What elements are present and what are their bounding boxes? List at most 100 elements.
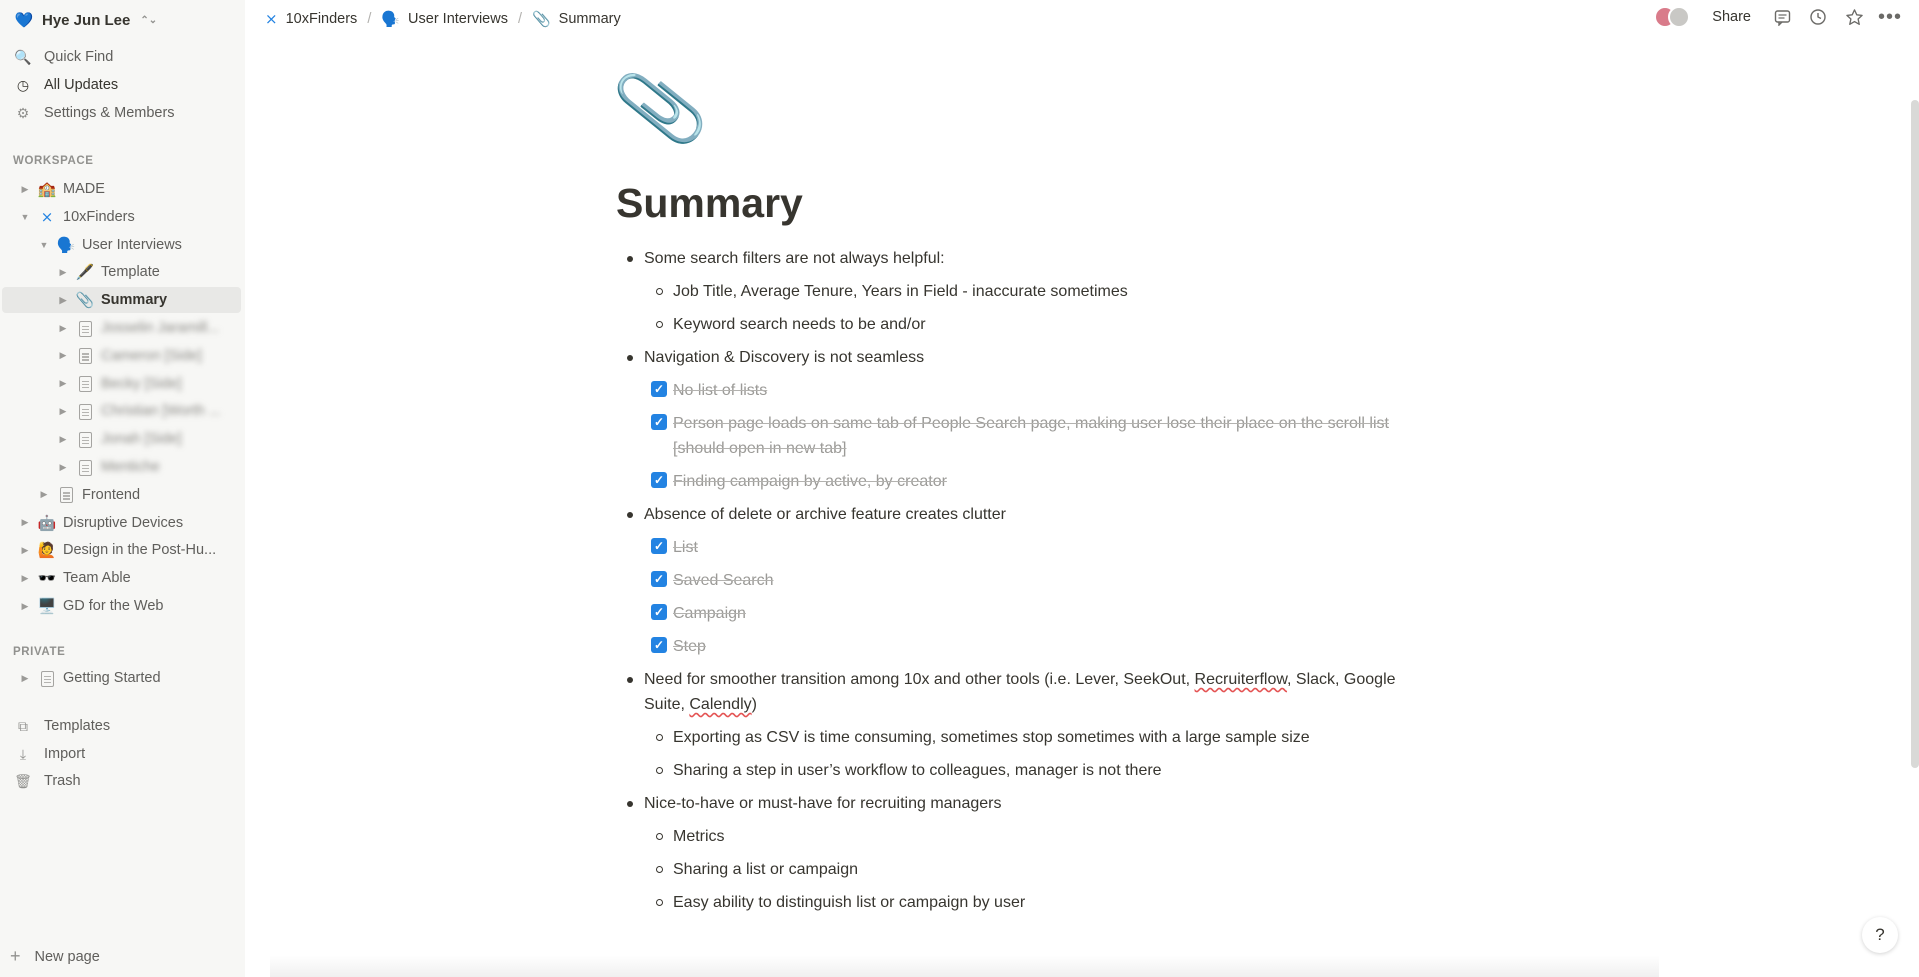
todo-item[interactable]: ✓ Campaign xyxy=(616,597,1436,630)
caret-down-icon[interactable]: ▼ xyxy=(37,240,51,250)
block-text[interactable]: Navigation & Discovery is not seamless xyxy=(644,349,924,366)
breadcrumb-item-user-interviews[interactable]: 🗣️ User Interviews xyxy=(381,10,508,28)
checkbox[interactable]: ✓ xyxy=(651,414,667,430)
block-text[interactable]: Absence of delete or archive feature cre… xyxy=(644,506,1006,523)
caret-right-icon[interactable]: ▶ xyxy=(37,489,51,500)
history-clock-icon[interactable] xyxy=(1807,6,1829,28)
list-item[interactable]: Navigation & Discovery is not seamless xyxy=(616,341,1436,374)
list-item[interactable]: Sharing a list or campaign xyxy=(616,853,1436,886)
block-text[interactable]: Need for smoother transition among 10x a… xyxy=(644,671,1396,713)
sidebar-item[interactable]: ▶ 🖥️ GD for the Web xyxy=(2,593,241,619)
sidebar-item[interactable]: ▶ 📎 Summary xyxy=(2,287,241,314)
block-text[interactable]: Step xyxy=(673,638,706,655)
caret-right-icon[interactable]: ▶ xyxy=(18,601,32,612)
sidebar-item[interactable]: ▶ 🤖 Disruptive Devices xyxy=(2,510,241,536)
block-text[interactable]: Keyword search needs to be and/or xyxy=(673,316,926,333)
block-text[interactable]: Sharing a step in user’s workflow to col… xyxy=(673,762,1162,779)
todo-item[interactable]: ✓ No list of lists xyxy=(616,374,1436,407)
caret-right-icon[interactable]: ▶ xyxy=(18,573,32,584)
import[interactable]: ⤓ Import xyxy=(2,741,241,767)
caret-right-icon[interactable]: ▶ xyxy=(56,323,70,334)
list-item[interactable]: Job Title, Average Tenure, Years in Fiel… xyxy=(616,275,1436,308)
list-item[interactable]: Need for smoother transition among 10x a… xyxy=(616,663,1436,721)
caret-right-icon[interactable]: ▶ xyxy=(56,434,70,445)
quick-find[interactable]: 🔍 Quick Find xyxy=(2,44,241,70)
more-options-icon[interactable]: ••• xyxy=(1878,6,1901,28)
todo-item[interactable]: ✓ Step xyxy=(616,630,1436,663)
caret-right-icon[interactable]: ▶ xyxy=(56,462,70,473)
block-text[interactable]: Sharing a list or campaign xyxy=(673,861,858,878)
caret-right-icon[interactable]: ▶ xyxy=(18,184,32,195)
block-text[interactable]: Person page loads on same tab of People … xyxy=(673,415,1389,457)
comment-icon[interactable] xyxy=(1771,6,1793,28)
share-button[interactable]: Share xyxy=(1712,9,1751,25)
sidebar-item[interactable]: ▶ 🙋 Design in the Post-Hu... xyxy=(2,537,241,563)
block-text[interactable]: Job Title, Average Tenure, Years in Fiel… xyxy=(673,283,1128,300)
sidebar-item[interactable]: ▶ 🖋️ Template xyxy=(2,259,241,285)
checkbox[interactable]: ✓ xyxy=(651,637,667,653)
caret-right-icon[interactable]: ▶ xyxy=(18,545,32,556)
settings-members[interactable]: ⚙ Settings & Members xyxy=(2,100,241,126)
block-text[interactable]: Some search filters are not always helpf… xyxy=(644,250,945,267)
page-title[interactable]: Summary xyxy=(616,180,803,227)
block-text[interactable]: Saved Search xyxy=(673,572,774,589)
sidebar-item-getting-started[interactable]: ▶ Getting Started xyxy=(2,665,241,691)
checkbox[interactable]: ✓ xyxy=(651,604,667,620)
checkbox[interactable]: ✓ xyxy=(651,538,667,554)
sidebar-item[interactable]: ▶ Mentiche xyxy=(2,454,241,480)
caret-down-icon[interactable]: ▼ xyxy=(18,212,32,222)
workspace-switcher[interactable]: 💙 Hye Jun Lee ⌃⌄ xyxy=(14,9,157,31)
sidebar-item[interactable]: ▶ Josselin Jaramill... xyxy=(2,315,241,341)
sidebar-item[interactable]: ▶ Christian [Worth ... xyxy=(2,398,241,424)
all-updates[interactable]: ◷ All Updates xyxy=(2,72,241,98)
breadcrumb-item-10xfinders[interactable]: ⨯ 10xFinders xyxy=(265,10,357,28)
list-item[interactable]: Easy ability to distinguish list or camp… xyxy=(616,886,1436,919)
block-text[interactable]: Campaign xyxy=(673,605,746,622)
block-text[interactable]: Finding campaign by active, by creator xyxy=(673,473,947,490)
caret-right-icon[interactable]: ▶ xyxy=(56,295,70,306)
checkbox[interactable]: ✓ xyxy=(651,472,667,488)
sidebar-item[interactable]: ▶ Frontend xyxy=(2,482,241,508)
scrollbar[interactable] xyxy=(1911,100,1919,768)
sidebar-item[interactable]: ▶ 🏫 MADE xyxy=(2,176,241,202)
block-text[interactable]: Easy ability to distinguish list or camp… xyxy=(673,894,1025,911)
sidebar-item[interactable]: ▶ Cameron [Side] xyxy=(2,343,241,369)
caret-right-icon[interactable]: ▶ xyxy=(56,378,70,389)
list-item[interactable]: Keyword search needs to be and/or xyxy=(616,308,1436,341)
list-item[interactable]: Some search filters are not always helpf… xyxy=(616,242,1436,275)
block-text[interactable]: Exporting as CSV is time consuming, some… xyxy=(673,729,1310,746)
help-button[interactable]: ? xyxy=(1862,917,1898,953)
trash[interactable]: 🗑 Trash xyxy=(2,768,241,794)
sidebar-item[interactable]: ▶ 🕶️ Team Able xyxy=(2,565,241,591)
new-page-button[interactable]: + New page xyxy=(10,946,100,967)
caret-right-icon[interactable]: ▶ xyxy=(18,517,32,528)
breadcrumb-item-summary[interactable]: 📎 Summary xyxy=(532,10,621,28)
todo-item[interactable]: ✓ List xyxy=(616,531,1436,564)
collaborator-avatars[interactable] xyxy=(1654,6,1691,28)
caret-right-icon[interactable]: ▶ xyxy=(56,350,70,361)
list-item[interactable]: Sharing a step in user’s workflow to col… xyxy=(616,754,1436,787)
list-item[interactable]: Absence of delete or archive feature cre… xyxy=(616,498,1436,531)
caret-right-icon[interactable]: ▶ xyxy=(56,267,70,278)
sidebar-item[interactable]: ▶ Becky [Side] xyxy=(2,371,241,397)
checkbox[interactable]: ✓ xyxy=(651,571,667,587)
block-text[interactable]: Metrics xyxy=(673,828,725,845)
templates[interactable]: ⧉ Templates xyxy=(2,713,241,739)
star-icon[interactable] xyxy=(1843,6,1865,28)
sidebar-item[interactable]: ▼ 🗣️ User Interviews xyxy=(2,232,241,258)
checkbox[interactable]: ✓ xyxy=(651,381,667,397)
block-text[interactable]: No list of lists xyxy=(673,382,767,399)
todo-item[interactable]: ✓ Finding campaign by active, by creator xyxy=(616,465,1436,498)
caret-right-icon[interactable]: ▶ xyxy=(18,673,32,684)
list-item[interactable]: Nice-to-have or must-have for recruiting… xyxy=(616,787,1436,820)
sidebar-item[interactable]: ▶ Jonah [Side] xyxy=(2,426,241,452)
paperclip-icon[interactable]: 📎 xyxy=(609,59,712,158)
sidebar-item[interactable]: ▼ ⨯ 10xFinders xyxy=(2,204,241,230)
block-text[interactable]: Nice-to-have or must-have for recruiting… xyxy=(644,795,1001,812)
list-item[interactable]: Metrics xyxy=(616,820,1436,853)
caret-right-icon[interactable]: ▶ xyxy=(56,406,70,417)
todo-item[interactable]: ✓ Saved Search xyxy=(616,564,1436,597)
avatar[interactable] xyxy=(1668,6,1691,28)
todo-item[interactable]: ✓ Person page loads on same tab of People… xyxy=(616,407,1436,465)
list-item[interactable]: Exporting as CSV is time consuming, some… xyxy=(616,721,1436,754)
